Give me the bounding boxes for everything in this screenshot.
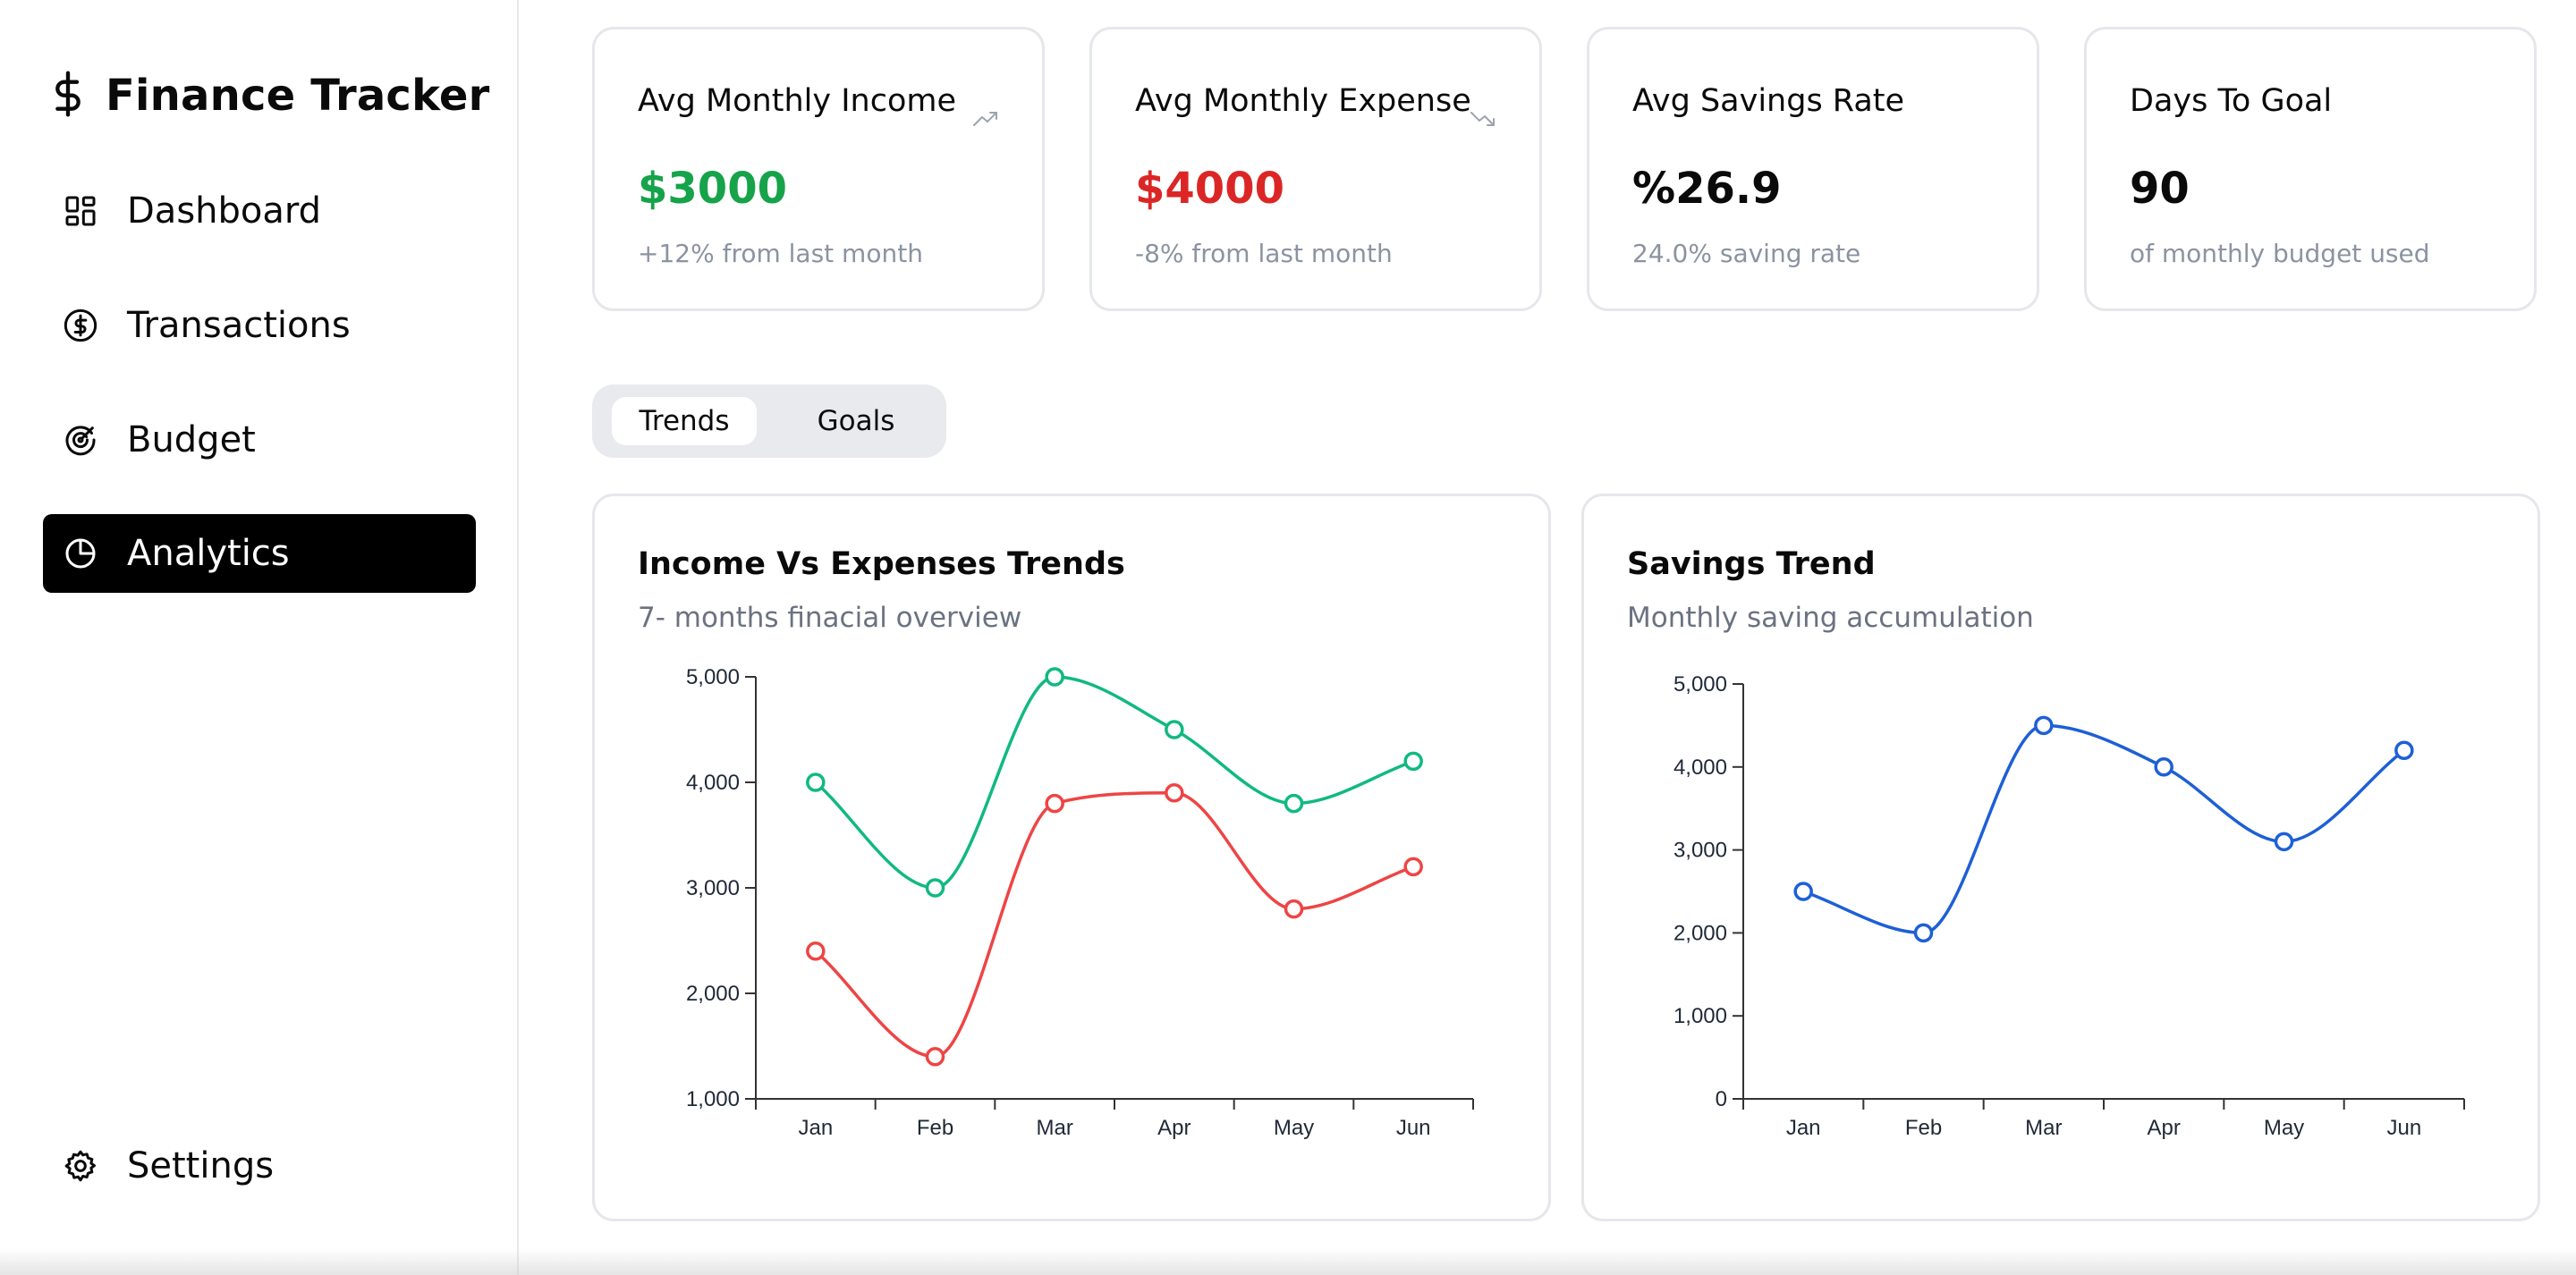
y-tick-label: 4,000: [1674, 756, 1727, 780]
stat-card-expense: Avg Monthly Expense $4000 -8% from last …: [1089, 27, 1542, 311]
dashboard-grid-icon: [61, 191, 100, 231]
y-tick-label: 0: [1716, 1087, 1727, 1111]
stat-subtext: +12% from last month: [638, 239, 923, 268]
sidebar-item-analytics[interactable]: Analytics: [43, 514, 476, 593]
data-point[interactable]: [1284, 899, 1304, 919]
tab-trends[interactable]: Trends: [612, 397, 757, 445]
x-tick-label: May: [2264, 1116, 2304, 1140]
data-point[interactable]: [1403, 751, 1423, 772]
sidebar-item-transactions[interactable]: Transactions: [43, 286, 476, 365]
data-point[interactable]: [925, 1047, 945, 1067]
x-tick-label: Apr: [1157, 1116, 1191, 1140]
y-tick-label: 1,000: [686, 1087, 740, 1111]
y-tick-label: 4,000: [686, 771, 740, 795]
data-point[interactable]: [1045, 667, 1064, 687]
sidebar-item-settings[interactable]: Settings: [43, 1127, 476, 1205]
x-tick-label: Apr: [2147, 1116, 2180, 1140]
trending-up-icon: [972, 110, 999, 131]
view-tabs: Trends Goals: [592, 384, 946, 458]
data-point[interactable]: [806, 773, 826, 792]
stat-card-days-to-goal: Days To Goal 90 of monthly budget used: [2084, 27, 2537, 311]
sidebar-item-label: Transactions: [127, 305, 351, 346]
dollar-icon: [50, 70, 86, 122]
brand: Finance Tracker: [50, 70, 490, 122]
x-tick-label: May: [1274, 1116, 1314, 1140]
x-tick-label: Feb: [1905, 1116, 1942, 1140]
sidebar-item-dashboard[interactable]: Dashboard: [43, 172, 476, 250]
stat-card-income: Avg Monthly Income $3000 +12% from last …: [592, 27, 1045, 311]
data-point[interactable]: [1913, 923, 1934, 943]
sidebar-item-label: Analytics: [127, 533, 290, 574]
x-tick-label: Jan: [798, 1116, 833, 1140]
income-expense-chart-card: Income Vs Expenses Trends 7- months fina…: [592, 494, 1551, 1221]
stat-value: %26.9: [1632, 164, 1782, 214]
series-line-1: [814, 791, 1414, 1059]
sidebar-item-label: Budget: [127, 419, 256, 460]
stat-value: $4000: [1135, 164, 1284, 214]
data-point[interactable]: [2394, 740, 2414, 760]
data-point[interactable]: [1793, 882, 1813, 901]
trending-down-icon: [1470, 110, 1496, 131]
target-icon: [61, 420, 100, 460]
pie-chart-icon: [61, 534, 100, 573]
data-point[interactable]: [925, 878, 945, 898]
data-point[interactable]: [1284, 793, 1304, 814]
stat-value: $3000: [638, 164, 787, 214]
data-point[interactable]: [806, 941, 826, 961]
stat-subtext: of monthly budget used: [2130, 239, 2430, 268]
y-tick-label: 5,000: [1674, 672, 1727, 697]
data-point[interactable]: [1403, 857, 1423, 877]
x-tick-label: Feb: [917, 1116, 953, 1140]
stat-title: Avg Monthly Income: [638, 83, 956, 119]
y-tick-label: 3,000: [686, 876, 740, 900]
y-tick-label: 5,000: [686, 665, 740, 689]
savings-chart: 0 1,000 2,000 3,000 4,000 5,000 Jan Feb Mar Apr Ma…: [1674, 672, 2465, 1140]
data-point[interactable]: [2274, 832, 2294, 852]
y-tick-label: 2,000: [686, 982, 740, 1006]
sidebar: Finance Tracker Dashboard Transactions B…: [0, 0, 519, 1275]
stat-card-savings-rate: Avg Savings Rate %26.9 24.0% saving rate: [1587, 27, 2039, 311]
x-tick-label: Jun: [1396, 1116, 1431, 1140]
x-tick-label: Jun: [2386, 1116, 2421, 1140]
data-point[interactable]: [2154, 757, 2174, 777]
stat-value: 90: [2130, 164, 2190, 214]
y-tick-label: 1,000: [1674, 1004, 1727, 1028]
data-point[interactable]: [1045, 793, 1064, 814]
stat-title: Days To Goal: [2130, 83, 2333, 119]
y-tick-label: 3,000: [1674, 839, 1727, 863]
data-point[interactable]: [2034, 715, 2054, 736]
data-point[interactable]: [1165, 720, 1184, 739]
sidebar-item-budget[interactable]: Budget: [43, 401, 476, 479]
dollar-circle-icon: [61, 306, 100, 345]
savings-chart-card: Savings Trend Monthly saving accumulatio…: [1581, 494, 2540, 1221]
x-tick-label: Mar: [2025, 1116, 2062, 1140]
stat-title: Avg Savings Rate: [1632, 83, 1905, 119]
bottom-shadow: [0, 1248, 2576, 1275]
x-tick-label: Jan: [1786, 1116, 1821, 1140]
series-line-0: [814, 675, 1414, 890]
series-line-0: [1802, 723, 2405, 935]
gear-icon: [61, 1146, 100, 1186]
income-expense-chart: 1,000 2,000 3,000 4,000 5,000 Jan Feb Mar Apr May…: [686, 665, 1474, 1140]
sidebar-item-label: Dashboard: [127, 190, 322, 232]
app-title: Finance Tracker: [106, 71, 490, 121]
x-tick-label: Mar: [1036, 1116, 1072, 1140]
tab-goals[interactable]: Goals: [784, 397, 928, 445]
stat-subtext: 24.0% saving rate: [1632, 239, 1861, 268]
y-tick-label: 2,000: [1674, 921, 1727, 945]
stat-subtext: -8% from last month: [1135, 239, 1393, 268]
stat-title: Avg Monthly Expense: [1135, 83, 1471, 119]
data-point[interactable]: [1165, 783, 1184, 803]
sidebar-item-label: Settings: [127, 1145, 275, 1186]
